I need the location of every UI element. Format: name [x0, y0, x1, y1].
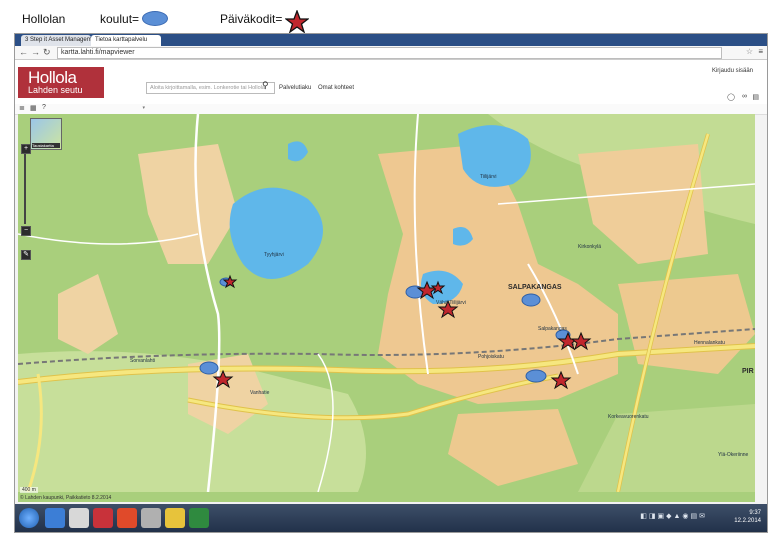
legend-title: Hollolan [22, 12, 66, 26]
browser-menu-icon[interactable]: ≡ [758, 47, 763, 56]
clock-date: 12.2.2014 [734, 518, 761, 524]
school-marker [199, 361, 219, 375]
map-label-salpakangas: SALPAKANGAS [508, 284, 562, 291]
tools-dropdown-icon[interactable]: ▾ [55, 105, 145, 112]
internet-explorer-icon[interactable] [45, 508, 65, 528]
school-marker [525, 369, 547, 383]
map-label-hennalankatu: Hennalankatu [694, 340, 725, 346]
reload-icon[interactable]: ↻ [43, 47, 51, 58]
legend-daycare-label: Päiväkodit= [220, 12, 283, 26]
link-icon[interactable]: ∞ [742, 93, 747, 100]
map-label-pir: PIR [742, 368, 754, 375]
tab-asset-management[interactable]: 3 Step it Asset Managem [21, 35, 92, 46]
search-input[interactable]: Aloita kirjoittamalla, esim. Lonkerotie … [146, 82, 275, 94]
zoom-in-button[interactable]: + [21, 144, 31, 154]
map-label-sorvanlahti: Sorvanlahti [130, 358, 156, 364]
map-label-vaha-tiilijarvi: Vähä-Tiilijärvi [436, 300, 466, 306]
map-label-korkeavuorenkatu: Korkeavuorenkatu [608, 414, 649, 420]
system-tray-icons[interactable]: ◧◨▣◆▲◉▤✉ [640, 512, 707, 520]
app-icon[interactable] [141, 508, 161, 528]
layers-icon[interactable]: ≣ [19, 104, 25, 112]
start-button-icon[interactable] [19, 508, 39, 528]
school-marker [521, 293, 541, 307]
back-icon[interactable]: ← [19, 47, 28, 57]
menu-omat-kohteet[interactable]: Omat kohteet [318, 85, 354, 91]
excel-icon[interactable] [189, 508, 209, 528]
browser-toolbar: ← → ↻ kartta.lahti.fi/mapviewer ☆ ≡ [15, 46, 767, 60]
bookmark-star-icon[interactable]: ☆ [746, 47, 753, 56]
map-label-kirkonkyla: Kirkonkylä [578, 244, 602, 250]
measure-tool-icon[interactable]: ✎ [21, 250, 31, 260]
windows-taskbar: ◧◨▣◆▲◉▤✉ 9:37 12.2.2014 [15, 504, 767, 532]
hollola-logo[interactable]: Hollola Lahden seutu [18, 67, 104, 98]
map-label-tiilijarvi: Tiilijärvi [480, 174, 497, 180]
map-label-yla-okeriinne: Ylä-Okeriinne [718, 452, 749, 458]
map-scale: 400 m [20, 487, 38, 493]
notes-icon[interactable] [165, 508, 185, 528]
menu-palvelutiaku[interactable]: Palvelutiaku [279, 85, 311, 91]
map-label-pohjoiskatu: Pohjoiskatu [478, 354, 504, 360]
address-bar[interactable]: kartta.lahti.fi/mapviewer [57, 47, 722, 59]
clock-time: 9:37 [749, 510, 761, 516]
file-explorer-icon[interactable] [69, 508, 89, 528]
system-clock[interactable]: 9:37 12.2.2014 [734, 509, 761, 525]
forward-icon[interactable]: → [31, 47, 40, 57]
help-icon[interactable]: ? [42, 104, 46, 111]
basemap-label: Taustakartta [32, 143, 60, 148]
chrome-icon[interactable] [117, 508, 137, 528]
logo-text-bottom: Lahden seutu [28, 85, 83, 95]
comment-icon[interactable]: ◯ [727, 93, 735, 101]
site-header: Hollola Lahden seutu Aloita kirjoittamal… [15, 60, 767, 105]
tab-strip: 3 Step it Asset Managem Tietoa karttapal… [15, 34, 767, 46]
map-label-vanhatie: Vanhatie [250, 390, 270, 396]
map-copyright: © Lahden kaupunki, Paikkatieto 8.2.2014 [20, 495, 112, 501]
map-label-salpakangas-small: Salpakangas [538, 326, 567, 332]
basemap-thumbnail[interactable]: Taustakartta [30, 118, 62, 150]
map-label-tyyhjarvi: Tyyhjärvi [264, 252, 284, 258]
map-canvas [18, 114, 755, 492]
search-icon[interactable]: ⚲ [262, 80, 269, 91]
legend-daycare-star-icon [285, 10, 309, 34]
legend-icon[interactable]: ▦ [30, 104, 37, 112]
pdf-reader-icon[interactable] [93, 508, 113, 528]
zoom-out-button[interactable]: − [21, 226, 31, 236]
print-icon[interactable]: ▤ [752, 93, 759, 101]
zoom-slider[interactable] [24, 154, 26, 224]
legend-schools-label: koulut= [100, 12, 140, 26]
tab-kartta[interactable]: Tietoa karttapalvelu [91, 35, 161, 46]
browser-window: 3 Step it Asset Managem Tietoa karttapal… [14, 33, 768, 533]
map-view[interactable]: SALPAKANGAS PIR Tyyhjärvi Vähä-Tiilijärv… [18, 114, 755, 502]
legend-school-marker [142, 11, 168, 26]
login-link[interactable]: Kirjaudu sisään [712, 68, 753, 74]
